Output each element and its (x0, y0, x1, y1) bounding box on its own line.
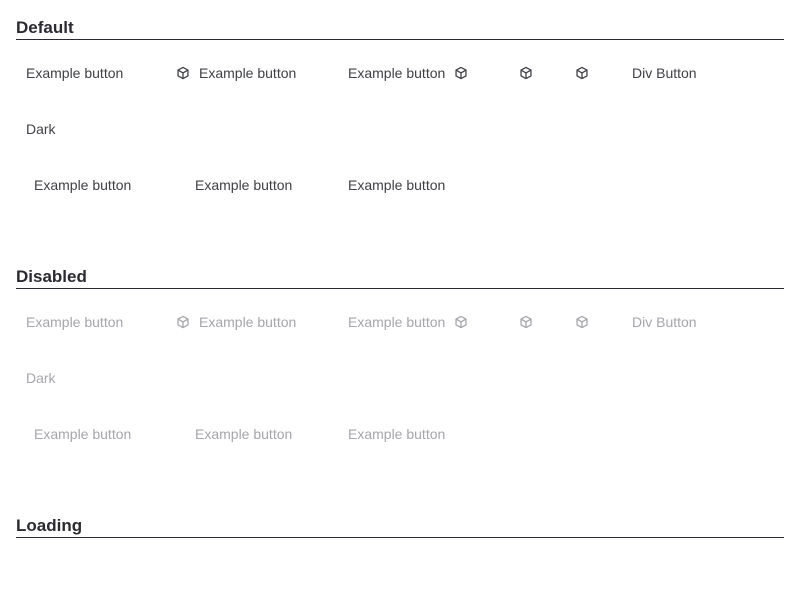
button-label: Example button (199, 65, 297, 81)
dark-label: Dark (26, 370, 56, 386)
cube-icon (176, 315, 190, 329)
button-label: Example button (34, 177, 132, 193)
icon-only-button-disabled (519, 312, 533, 332)
button-label: Example button (26, 65, 124, 81)
section-title-disabled: Disabled (16, 267, 784, 289)
button-label: Example button (348, 314, 446, 330)
cube-icon (575, 315, 589, 329)
default-button-row: Example button Example button Example bu… (0, 63, 800, 83)
button-label: Example button (195, 177, 293, 193)
example-button-icon-right[interactable]: Example button (348, 63, 468, 83)
button-label: Example button (348, 65, 446, 81)
cube-icon (176, 66, 190, 80)
default-dark-row: Dark (0, 119, 800, 139)
section-title-loading: Loading (16, 516, 784, 538)
cube-icon (519, 315, 533, 329)
dark-example-button-disabled: Example button (348, 424, 445, 444)
disabled-button-row: Example button Example button Example bu… (0, 312, 800, 332)
button-label: Example button (348, 177, 446, 193)
div-button[interactable]: Div Button (632, 63, 697, 83)
disabled-dark-row: Dark (0, 368, 800, 388)
button-label: Div Button (632, 314, 697, 330)
button-label: Example button (34, 426, 132, 442)
cube-icon (575, 66, 589, 80)
button-label: Example button (195, 426, 293, 442)
cube-icon (454, 315, 468, 329)
example-button-icon-left[interactable]: Example button (176, 63, 296, 83)
dark-example-button[interactable]: Example button (34, 175, 131, 195)
icon-only-button[interactable] (575, 63, 589, 83)
example-button-icon-left-disabled: Example button (176, 312, 296, 332)
example-button-disabled: Example button (26, 312, 123, 332)
button-label: Example button (199, 314, 297, 330)
dark-example-button-disabled: Example button (34, 424, 131, 444)
section-title-default: Default (16, 18, 784, 40)
default-dark-button-row: Example button Example button Example bu… (0, 175, 800, 195)
icon-only-button[interactable] (519, 63, 533, 83)
dark-example-button[interactable]: Example button (195, 175, 292, 195)
dark-example-button[interactable]: Example button (348, 175, 445, 195)
cube-icon (519, 66, 533, 80)
example-button-icon-right-disabled: Example button (348, 312, 468, 332)
div-button-disabled: Div Button (632, 312, 697, 332)
button-label: Example button (26, 314, 124, 330)
button-label: Example button (348, 426, 446, 442)
cube-icon (454, 66, 468, 80)
dark-label: Dark (26, 121, 56, 137)
dark-example-button-disabled: Example button (195, 424, 292, 444)
button-label: Div Button (632, 65, 697, 81)
disabled-dark-button-row: Example button Example button Example bu… (0, 424, 800, 444)
example-button[interactable]: Example button (26, 63, 123, 83)
icon-only-button-disabled (575, 312, 589, 332)
